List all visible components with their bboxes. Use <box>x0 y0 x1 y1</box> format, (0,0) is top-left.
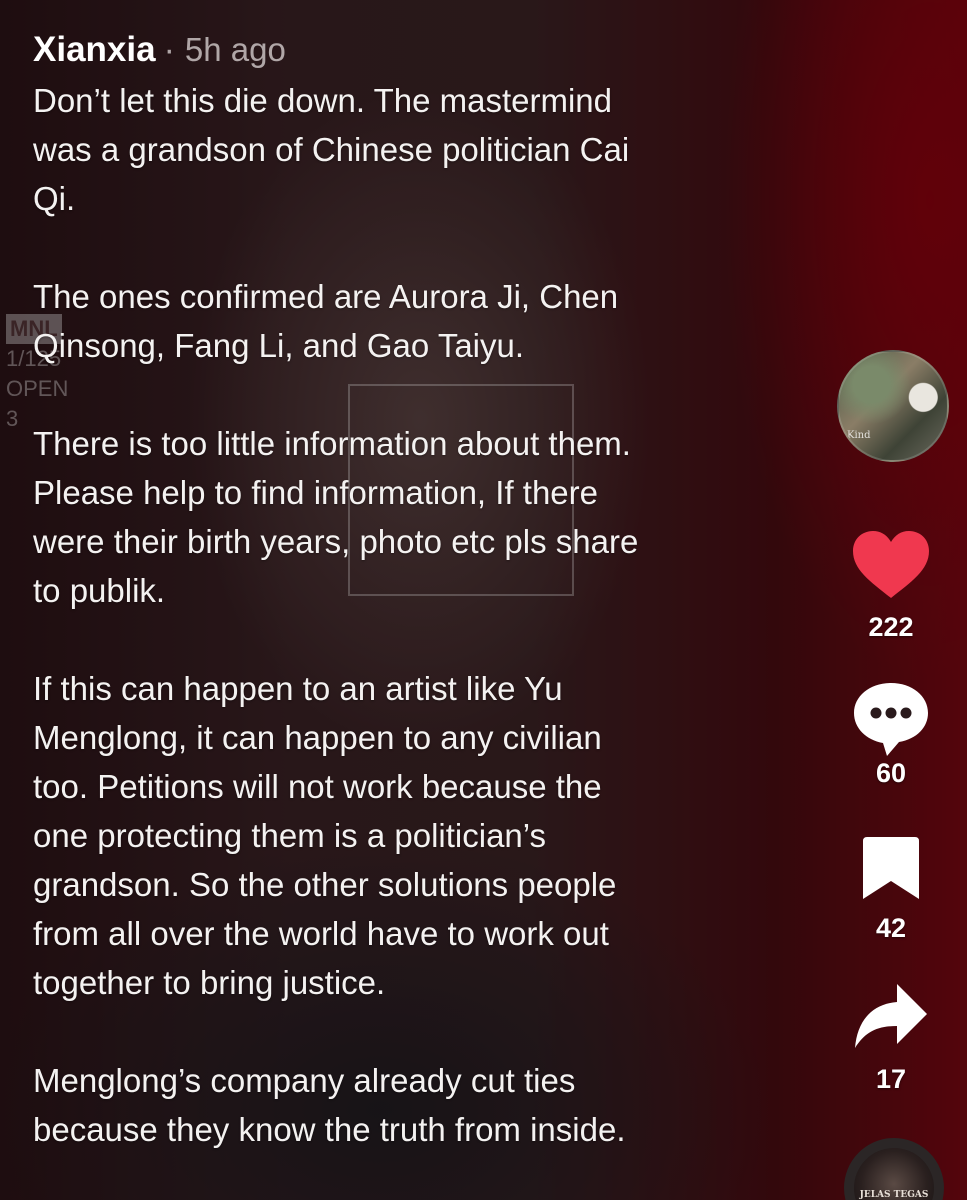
avatar-caption: Kind <box>847 430 871 441</box>
comment-header: Xianxia · 5h ago <box>33 28 803 72</box>
comment-paragraph: The ones confirmed are Aurora Ji, Chen Q… <box>33 278 619 364</box>
bookmark-button[interactable]: 42 <box>835 835 947 944</box>
like-count: 222 <box>868 612 914 642</box>
comment-username[interactable]: Xianxia <box>33 28 156 72</box>
comment-timestamp: 5h ago <box>184 31 286 68</box>
like-button[interactable]: 222 <box>835 530 947 643</box>
video-screen: MNL 1/125 OPEN 3 Xianxia · 5h ago Don’t … <box>0 0 967 1200</box>
comment-count: 60 <box>875 758 907 788</box>
header-separator: · <box>163 31 175 69</box>
background-number-text: 3 <box>6 406 19 431</box>
bookmark-count: 42 <box>875 913 907 943</box>
share-count: 17 <box>875 1064 907 1094</box>
bookmark-icon <box>835 835 947 901</box>
comment-paragraph: Don’t let this die down. The mastermind … <box>33 82 630 217</box>
comment-button[interactable]: 60 <box>835 680 947 789</box>
comment-paragraph: Menglong’s company already cut ties beca… <box>33 1062 626 1148</box>
creator-avatar[interactable]: Kind <box>837 350 949 462</box>
comment-overlay: Xianxia · 5h ago Don’t let this die down… <box>33 28 803 1200</box>
heart-icon <box>835 530 947 600</box>
comment-paragraph: There is too little information about th… <box>33 425 639 609</box>
music-disc-label: JELAS TEGAS <box>859 1190 929 1200</box>
share-arrow-icon <box>835 982 947 1050</box>
share-button[interactable]: 17 <box>835 982 947 1095</box>
comment-bubble-icon <box>835 680 947 758</box>
comment-paragraph: If this can happen to an artist like Yu … <box>33 670 617 1001</box>
